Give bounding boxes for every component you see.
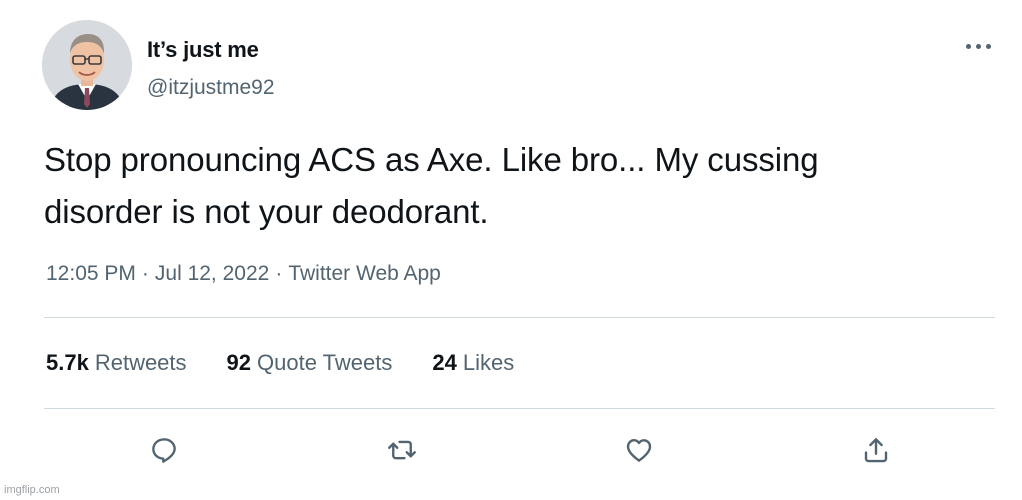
more-dot	[975, 43, 981, 49]
likes-count: 24	[432, 350, 457, 375]
tweet-text: Stop pronouncing ACS as Axe. Like bro...…	[44, 134, 994, 238]
tweet-text-line: Stop pronouncing ACS as Axe. Like bro...…	[44, 141, 819, 178]
user-handle[interactable]: @itzjustme92	[147, 76, 275, 100]
more-dot	[965, 43, 971, 49]
tweet-stats: 5.7k Retweets 92 Quote Tweets 24 Likes	[46, 350, 554, 376]
meta-separator: ·	[141, 262, 149, 285]
more-icon[interactable]	[960, 36, 996, 56]
retweet-icon[interactable]	[384, 432, 420, 468]
tweet-meta: 12:05 PM · Jul 12, 2022 · Twitter Web App	[46, 262, 441, 286]
avatar[interactable]	[42, 20, 132, 110]
tweet-time[interactable]: 12:05 PM	[46, 262, 136, 285]
retweets-count: 5.7k	[46, 350, 89, 375]
quote-tweets-count: 92	[226, 350, 252, 375]
likes-label: Likes	[462, 350, 515, 375]
tweet-card: It’s just me @itzjustme92 Stop pronounci…	[0, 0, 1022, 500]
likes-stat[interactable]: 24 Likes	[432, 350, 514, 376]
tweet-date[interactable]: Jul 12, 2022	[155, 262, 269, 285]
share-icon[interactable]	[858, 432, 894, 468]
display-name[interactable]: It’s just me	[147, 37, 259, 63]
retweets-stat[interactable]: 5.7k Retweets	[46, 350, 187, 376]
reply-icon[interactable]	[146, 432, 182, 468]
tweet-text-line: disorder is not your deodorant.	[44, 193, 489, 230]
divider	[44, 408, 995, 409]
retweets-label: Retweets	[94, 350, 187, 375]
more-dot	[985, 43, 991, 49]
meta-separator: ·	[275, 262, 283, 285]
quote-tweets-label: Quote Tweets	[257, 350, 393, 375]
quote-tweets-stat[interactable]: 92 Quote Tweets	[227, 350, 393, 376]
heart-icon[interactable]	[621, 432, 657, 468]
watermark: imgflip.com	[4, 484, 60, 496]
tweet-source[interactable]: Twitter Web App	[288, 262, 441, 285]
divider	[44, 317, 995, 318]
